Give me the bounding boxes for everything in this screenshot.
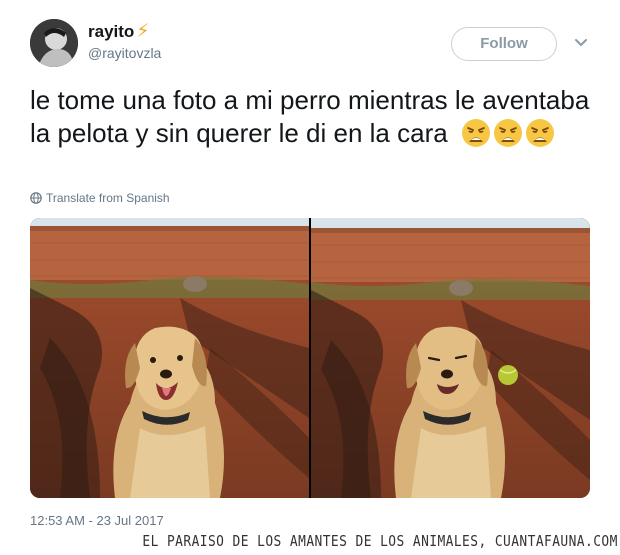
translate-link[interactable]: Translate from Spanish <box>30 191 170 205</box>
weary-face-icon <box>493 119 522 147</box>
globe-icon <box>30 192 42 204</box>
watermark-text: EL PARAISO DE LOS AMANTES DE LOS ANIMALE… <box>142 532 618 550</box>
tweet-text: le tome una foto a mi perro mientras le … <box>30 84 590 156</box>
weary-face-icon <box>461 119 490 147</box>
media-photo-2[interactable] <box>311 218 590 498</box>
chevron-down-icon[interactable] <box>572 34 590 52</box>
media-photo-1[interactable] <box>30 218 309 498</box>
tweet-timestamp[interactable]: 12:53 AM - 23 Jul 2017 <box>30 513 164 528</box>
dog-photo-icon <box>311 218 590 498</box>
author-name-text: rayito <box>88 22 135 41</box>
lightning-emoji-icon: ⚡ <box>136 21 150 42</box>
author-name[interactable]: rayito ⚡ <box>88 20 150 43</box>
weary-face-emoji-row <box>461 118 557 156</box>
author-handle[interactable]: @rayitovzla <box>88 45 161 61</box>
tweet-card: rayito ⚡ @rayitovzla Follow le tome una f… <box>0 0 620 555</box>
media-grid <box>30 218 590 498</box>
follow-button[interactable]: Follow <box>451 27 557 61</box>
weary-face-icon <box>525 119 554 147</box>
tennis-ball-icon <box>498 365 518 385</box>
site-watermark: EL PARAISO DE LOS AMANTES DE LOS ANIMALE… <box>0 531 620 555</box>
dog-photo-icon <box>30 218 309 498</box>
translate-label: Translate from Spanish <box>46 191 170 205</box>
author-avatar[interactable] <box>30 19 78 67</box>
